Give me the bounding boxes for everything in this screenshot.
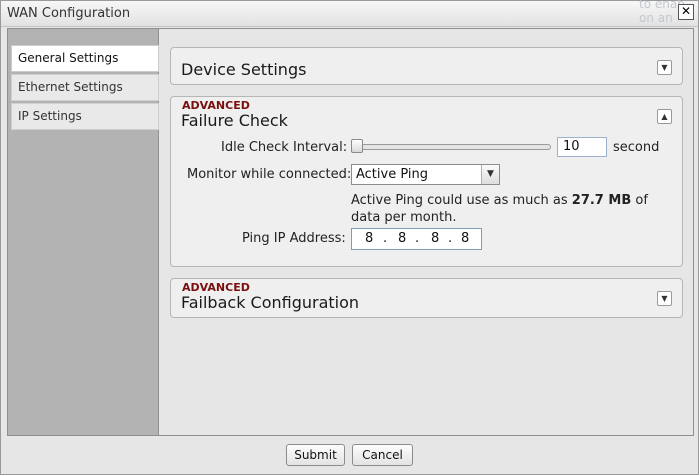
idle-check-interval-unit: second bbox=[613, 140, 660, 155]
monitor-select[interactable]: Active Ping ▼ bbox=[351, 164, 500, 185]
ping-ip-address-label: Ping IP Address: bbox=[242, 231, 346, 246]
note-amount: 27.7 MB bbox=[571, 193, 632, 208]
failure-check-panel: ADVANCED Failure Check ▲ Idle Check Inte… bbox=[170, 96, 683, 267]
close-button[interactable]: ✕ bbox=[678, 4, 694, 20]
ping-ip-address-input[interactable]: 8 . 8 . 8 . 8 bbox=[351, 228, 482, 250]
sidebar-item-ethernet-settings[interactable]: Ethernet Settings bbox=[11, 74, 159, 101]
chevron-down-icon[interactable]: ▼ bbox=[657, 291, 672, 306]
ip-dot-3: . bbox=[448, 231, 453, 246]
chevron-up-icon[interactable]: ▲ bbox=[657, 109, 672, 124]
ip-dot-1: . bbox=[383, 231, 388, 246]
sidebar-item-ip-settings[interactable]: IP Settings bbox=[11, 103, 159, 130]
data-usage-note: Active Ping could use as much as 27.7 MB… bbox=[351, 192, 681, 226]
device-settings-panel: Device Settings ▼ bbox=[170, 47, 683, 85]
failure-check-title: Failure Check bbox=[181, 111, 288, 130]
ip-octet-2[interactable]: 8 bbox=[398, 229, 406, 249]
wan-configuration-dialog: WAN Configuration to enab on an ✕ Genera… bbox=[0, 0, 699, 475]
ip-octet-4[interactable]: 8 bbox=[461, 229, 469, 249]
ip-octet-1[interactable]: 8 bbox=[365, 229, 373, 249]
idle-check-interval-input[interactable]: 10 bbox=[557, 137, 607, 157]
cancel-button[interactable]: Cancel bbox=[352, 444, 413, 466]
chevron-down-icon[interactable]: ▼ bbox=[657, 60, 672, 75]
monitor-while-connected-label: Monitor while connected: bbox=[187, 167, 352, 182]
main-area: Device Settings ▼ ADVANCED Failure Check… bbox=[170, 29, 688, 435]
title-bar: WAN Configuration to enab on an ✕ bbox=[1, 0, 698, 27]
note-prefix: Active Ping could use as much as bbox=[351, 193, 572, 208]
dialog-content: General Settings Ethernet Settings IP Se… bbox=[7, 28, 694, 436]
monitor-select-value: Active Ping bbox=[356, 167, 429, 182]
failback-configuration-title: Failback Configuration bbox=[181, 293, 360, 312]
idle-check-interval-slider[interactable] bbox=[351, 144, 551, 150]
device-settings-title: Device Settings bbox=[181, 60, 307, 79]
sidebar: General Settings Ethernet Settings IP Se… bbox=[8, 29, 159, 435]
window-title: WAN Configuration bbox=[7, 6, 131, 21]
idle-check-interval-label: Idle Check Interval: bbox=[221, 140, 348, 155]
slider-thumb[interactable] bbox=[351, 139, 363, 153]
ip-octet-3[interactable]: 8 bbox=[431, 229, 439, 249]
background-text-2: on an bbox=[639, 11, 673, 25]
ip-dot-2: . bbox=[415, 231, 420, 246]
chevron-down-icon: ▼ bbox=[481, 165, 499, 184]
submit-button[interactable]: Submit bbox=[286, 444, 345, 466]
failback-configuration-panel: ADVANCED Failback Configuration ▼ bbox=[170, 278, 683, 318]
sidebar-item-general-settings[interactable]: General Settings bbox=[11, 45, 159, 72]
